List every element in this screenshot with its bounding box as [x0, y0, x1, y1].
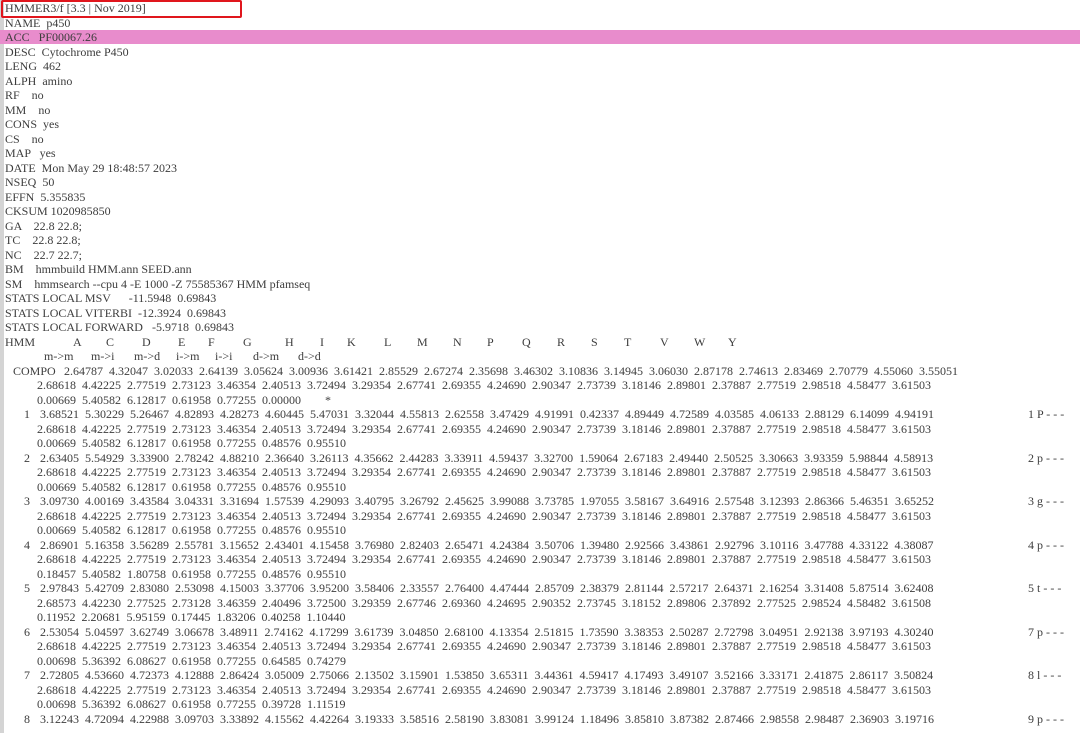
state-transitions: 0.18457 5.40582 1.80758 0.61958 0.77255 …: [37, 566, 346, 581]
state-index: 8: [24, 711, 30, 726]
state-index: 2: [24, 450, 30, 465]
transition-header: i->m: [176, 349, 200, 363]
header-field: ALPH amino: [5, 73, 73, 88]
alphabet-letter: C: [106, 334, 115, 349]
match-emissions: 2.63405 5.54929 3.33900 2.78242 4.88210 …: [40, 450, 934, 465]
state-transitions: 0.00669 5.40582 6.12817 0.61958 0.77255 …: [37, 479, 346, 494]
state-annotation: 4 p - - -: [1028, 537, 1064, 552]
state-annotation: 3 g - - -: [1028, 494, 1064, 508]
header-field: LENG 462: [5, 59, 61, 73]
match-emissions: 2.97843 5.42709 2.83080 2.53098 4.15003 …: [40, 581, 934, 595]
hmm-file-document: HMMER3/f [3.3 | Nov 2019] NAME p450 ACC PF…: [0, 0, 1080, 733]
alphabet-letter: Y: [728, 334, 737, 349]
header-field: CKSUM 1020985850: [5, 204, 111, 218]
insert-emissions: 2.68618 4.42225 2.77519 2.73123 3.46354 …: [37, 508, 931, 523]
alphabet-letter: N: [453, 334, 462, 349]
state-index: 6: [24, 624, 30, 639]
header-field: DATE Mon May 29 18:48:57 2023: [5, 160, 177, 175]
header-field: MM no: [5, 102, 51, 117]
header-field: RF no: [5, 88, 44, 102]
state-index: 3: [24, 494, 30, 508]
alphabet-letter: F: [208, 334, 215, 349]
alphabet-letter: Q: [522, 334, 531, 349]
header-field: BM hmmbuild HMM.ann SEED.ann: [5, 262, 192, 276]
insert-emissions: 2.68618 4.42225 2.77519 2.73123 3.46354 …: [37, 552, 931, 566]
match-emissions: 3.12243 4.72094 4.22988 3.09703 3.33892 …: [40, 711, 934, 726]
version-highlight-box: [1, 0, 242, 18]
alphabet-letter: M: [417, 334, 428, 349]
header-field: TC 22.8 22.8;: [5, 233, 81, 247]
state-transitions: 0.11952 2.20681 5.95159 0.17445 1.83206 …: [37, 610, 346, 624]
alphabet-letter: K: [347, 334, 356, 349]
insert-emissions: 2.68618 4.42225 2.77519 2.73123 3.46354 …: [37, 682, 931, 697]
transition-header: m->i: [91, 349, 115, 363]
alphabet-letter: G: [243, 334, 252, 349]
hmm-label: HMM: [5, 334, 36, 349]
header-field: NSEQ 50: [5, 175, 55, 189]
insert-emissions: 2.68573 4.42230 2.77525 2.73128 3.46359 …: [37, 595, 931, 610]
compo-transitions: 0.00669 5.40582 6.12817 0.61958 0.77255 …: [37, 392, 331, 407]
header-field: MAP yes: [5, 146, 56, 160]
compo-match-emissions: 2.64787 4.32047 3.02033 2.64139 3.05624 …: [64, 363, 958, 378]
match-emissions: 3.09730 4.00169 3.43584 3.04331 3.31694 …: [40, 494, 934, 508]
state-index: 4: [24, 537, 30, 552]
header-field: GA 22.8 22.8;: [5, 218, 83, 233]
state-transitions: 0.00669 5.40582 6.12817 0.61958 0.77255 …: [37, 436, 346, 450]
header-field: SM hmmsearch --cpu 4 -E 1000 -Z 75585367…: [5, 276, 311, 291]
alphabet-letter: V: [660, 334, 669, 349]
header-field: CONS yes: [5, 117, 60, 131]
match-emissions: 2.72805 4.53660 4.72373 4.12888 2.86424 …: [40, 668, 934, 682]
insert-emissions: 2.68618 4.42225 2.77519 2.73123 3.46354 …: [37, 421, 931, 436]
alphabet-letter: P: [487, 334, 494, 349]
state-transitions: 0.00669 5.40582 6.12817 0.61958 0.77255 …: [37, 523, 346, 537]
transition-header: d->m: [253, 349, 280, 363]
alphabet-letter: L: [384, 334, 392, 349]
alphabet-letter: T: [624, 334, 632, 349]
state-index: 5: [24, 581, 30, 595]
state-annotation: 5 t - - -: [1028, 581, 1062, 595]
alphabet-letter: E: [178, 334, 186, 349]
header-field: STATS LOCAL VITERBI -12.3924 0.69843: [5, 305, 227, 320]
insert-emissions: 2.68618 4.42225 2.77519 2.73123 3.46354 …: [37, 639, 931, 653]
match-emissions: 2.86901 5.16358 3.56289 2.55781 3.15652 …: [40, 537, 934, 552]
transition-header: m->d: [134, 349, 161, 363]
state-annotation: 9 p - - -: [1028, 711, 1064, 726]
state-annotation: 1 P - - -: [1028, 407, 1065, 421]
alphabet-letter: A: [73, 334, 82, 349]
state-transitions: 0.00698 5.36392 6.08627 0.61958 0.77255 …: [37, 653, 346, 668]
transition-header: m->m: [44, 349, 74, 363]
header-field: STATS LOCAL MSV -11.5948 0.69843: [5, 291, 217, 305]
insert-emissions: 2.68618 4.42225 2.77519 2.73123 3.46354 …: [37, 465, 931, 479]
header-field: STATS LOCAL FORWARD -5.9718 0.69843: [5, 320, 234, 334]
alphabet-letter: W: [694, 334, 706, 349]
header-field: EFFN 5.355835: [5, 189, 86, 204]
alphabet-letter: R: [557, 334, 566, 349]
state-annotation: 2 p - - -: [1028, 450, 1064, 465]
transition-header: d->d: [298, 349, 321, 363]
alphabet-letter: I: [320, 334, 324, 349]
match-emissions: 3.68521 5.30229 5.26467 4.82893 4.28273 …: [40, 407, 934, 421]
header-field: ACC PF00067.26: [5, 30, 98, 44]
state-annotation: 7 p - - -: [1028, 624, 1064, 639]
state-annotation: 8 l - - -: [1028, 668, 1062, 682]
highlighted-row: [0, 30, 1080, 44]
alphabet-letter: H: [285, 334, 294, 349]
alphabet-letter: D: [142, 334, 151, 349]
header-field: NC 22.7 22.7;: [5, 247, 83, 262]
state-transitions: 0.00698 5.36392 6.08627 0.61958 0.77255 …: [37, 697, 346, 711]
compo-label: COMPO: [13, 363, 56, 378]
header-field: CS no: [5, 131, 44, 146]
header-field: DESC Cytochrome P450: [5, 44, 129, 59]
alphabet-letter: S: [591, 334, 598, 349]
compo-insert-emissions: 2.68618 4.42225 2.77519 2.73123 3.46354 …: [37, 378, 931, 392]
state-index: 1: [24, 407, 30, 421]
match-emissions: 2.53054 5.04597 3.62749 3.06678 3.48911 …: [40, 624, 934, 639]
state-index: 7: [24, 668, 30, 682]
transition-header: i->i: [215, 349, 233, 363]
